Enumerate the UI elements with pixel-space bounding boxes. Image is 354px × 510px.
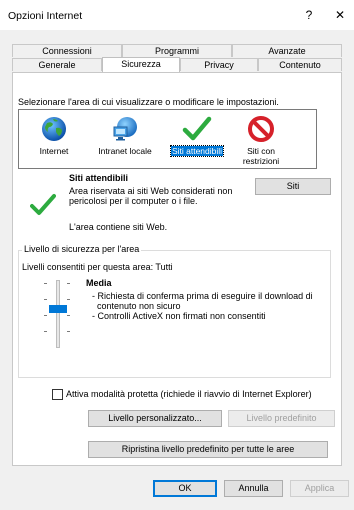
- zone-info-title: Siti attendibili: [69, 173, 129, 183]
- tab-programmi[interactable]: Programmi: [122, 44, 232, 57]
- slider-tick: [67, 331, 70, 332]
- slider-tick: [67, 283, 70, 284]
- globe-icon: [39, 114, 69, 144]
- level-bullet-1: - Richiesta di conferma prima di eseguir…: [92, 291, 313, 301]
- tab-avanzate[interactable]: Avanzate: [232, 44, 342, 57]
- zone-label-trusted-sites: Siti attendibili: [169, 145, 225, 157]
- security-level-group-label: Livello di sicurezza per l'area: [22, 244, 142, 254]
- zone-item-internet[interactable]: Internet: [22, 114, 86, 156]
- tab-sicurezza[interactable]: Sicurezza: [102, 57, 180, 72]
- slider-tick: [44, 299, 47, 300]
- close-button[interactable]: ✕: [329, 5, 351, 25]
- slider-tick: [44, 315, 47, 316]
- slider-tick: [44, 283, 47, 284]
- tab-privacy[interactable]: Privacy: [180, 58, 258, 71]
- zone-label-restricted-line2: restrizioni: [242, 156, 280, 166]
- zone-select-prompt: Selezionare l'area di cui visualizzare o…: [18, 97, 279, 107]
- default-level-button[interactable]: Livello predefinito: [228, 410, 335, 427]
- zone-label-restricted-line1: Siti con: [247, 146, 275, 156]
- tab-row-bottom: Generale Sicurezza Privacy Contenuto: [12, 57, 342, 72]
- apply-button[interactable]: Applica: [290, 480, 349, 497]
- window-title: Opzioni Internet: [8, 10, 83, 22]
- protected-mode-label[interactable]: Attiva modalità protetta (richiede il ri…: [66, 389, 312, 399]
- zone-info-contains: L'area contiene siti Web.: [69, 222, 168, 232]
- slider-tick: [67, 299, 70, 300]
- security-slider-thumb[interactable]: [49, 305, 67, 313]
- zone-info-desc-line2: pericolosi per il computer o i file.: [69, 196, 198, 206]
- intranet-network-icon: [110, 114, 140, 144]
- zone-label-intranet: Intranet locale: [98, 146, 152, 156]
- zone-item-intranet[interactable]: Intranet locale: [93, 114, 157, 156]
- level-bullet-1-cont: contenuto non sicuro: [97, 301, 181, 311]
- zone-item-restricted-sites[interactable]: Siti con restrizioni: [229, 114, 293, 166]
- title-bar: Opzioni Internet ? ✕: [0, 0, 354, 30]
- tab-row-top: Connessioni Programmi Avanzate: [12, 44, 342, 57]
- zone-info-desc-line1: Area riservata ai siti Web considerati n…: [69, 186, 233, 196]
- zone-label-internet: Internet: [39, 146, 69, 156]
- zone-item-trusted-sites[interactable]: Siti attendibili: [165, 114, 229, 157]
- checkmark-icon: [182, 114, 212, 144]
- ok-button[interactable]: OK: [153, 480, 217, 497]
- custom-level-button[interactable]: Livello personalizzato...: [88, 410, 222, 427]
- reset-all-zones-button[interactable]: Ripristina livello predefinito per tutte…: [88, 441, 328, 458]
- protected-mode-checkbox[interactable]: [52, 389, 63, 400]
- tab-connessioni[interactable]: Connessioni: [12, 44, 122, 57]
- zone-list[interactable]: Internet Intranet locale Siti attendibil…: [18, 109, 317, 169]
- tab-contenuto[interactable]: Contenuto: [258, 58, 342, 71]
- level-name: Media: [86, 278, 112, 288]
- allowed-levels-text: Livelli consentiti per questa area: Tutt…: [22, 262, 173, 272]
- security-slider-track[interactable]: [56, 280, 60, 348]
- cancel-button[interactable]: Annulla: [224, 480, 283, 497]
- zone-info-icon: [30, 193, 56, 219]
- sites-button[interactable]: Siti: [255, 178, 331, 195]
- slider-tick: [67, 315, 70, 316]
- help-button[interactable]: ?: [298, 5, 320, 25]
- level-bullet-2: - Controlli ActiveX non firmati non cons…: [92, 311, 266, 321]
- slider-tick: [44, 331, 47, 332]
- no-entry-icon: [246, 114, 276, 144]
- tab-generale[interactable]: Generale: [12, 58, 102, 71]
